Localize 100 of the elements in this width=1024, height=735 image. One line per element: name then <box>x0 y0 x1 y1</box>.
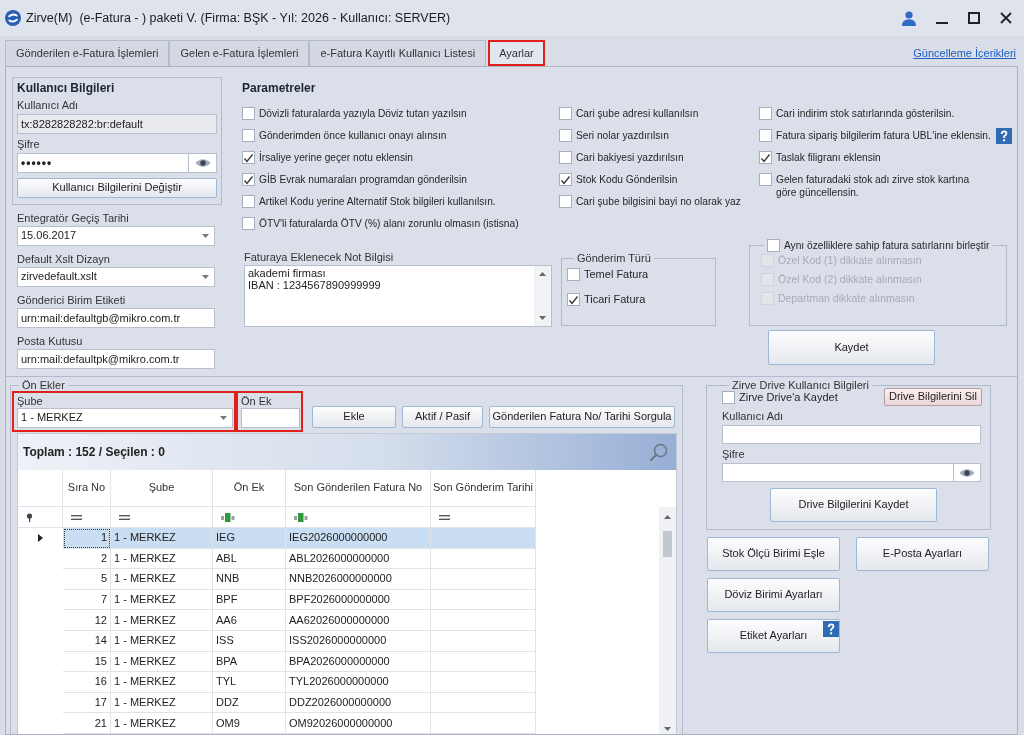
table-cell: 21 <box>63 713 111 734</box>
tab[interactable]: Ayarlar <box>488 40 545 66</box>
checkbox[interactable] <box>559 151 572 164</box>
save-button[interactable]: Kaydet <box>768 330 935 365</box>
table-cell: 17 <box>63 692 111 714</box>
search-icon[interactable] <box>650 443 668 461</box>
field-label: Şifre <box>17 137 41 151</box>
eye-icon <box>959 467 975 478</box>
checkbox[interactable] <box>559 173 572 186</box>
button[interactable]: Gönderilen Fatura No/ Tarihi Sorgula <box>489 406 675 428</box>
checkbox[interactable] <box>242 173 255 186</box>
help-icon[interactable] <box>823 621 839 637</box>
checkbox[interactable] <box>242 107 255 120</box>
checkbox[interactable] <box>559 129 572 142</box>
button[interactable]: E-Posta Ayarları <box>856 537 989 571</box>
checkbox[interactable] <box>759 173 772 186</box>
password-field[interactable]: •••••• <box>17 153 189 173</box>
table-row[interactable]: 16 1 - MERKEZ TYL TYL2026000000000 <box>63 672 536 693</box>
checkbox-label: Temel Fatura <box>584 268 649 281</box>
logo-icon <box>5 10 21 26</box>
input-field[interactable] <box>241 408 300 428</box>
table-row[interactable]: 17 1 - MERKEZ DDZ DDZ2026000000000 <box>63 692 536 714</box>
save-button[interactable]: Drive Bilgilerini Kaydet <box>770 488 937 522</box>
checkbox[interactable] <box>559 107 572 120</box>
table-cell: 1 - MERKEZ <box>111 630 213 652</box>
table-row[interactable]: 2 1 - MERKEZ ABL ABL2026000000000 <box>63 548 536 570</box>
checkbox-label: Seri nolar yazdırılsın <box>576 129 669 142</box>
checkbox-label: Ticari Fatura <box>584 293 646 306</box>
table-cell: 12 <box>63 610 111 631</box>
checkbox[interactable] <box>759 151 772 164</box>
button[interactable]: Ekle <box>312 406 396 428</box>
table-row[interactable]: 21 1 - MERKEZ OM9 OM92026000000000 <box>63 713 536 734</box>
checkbox[interactable] <box>242 129 255 142</box>
checkbox[interactable] <box>567 268 580 281</box>
table-cell: 1 - MERKEZ <box>111 528 213 549</box>
show-password-button[interactable] <box>189 153 217 173</box>
input-field[interactable]: tx:8282828282:br:default <box>17 114 217 134</box>
table-cell: ISS <box>213 630 286 652</box>
checkbox[interactable] <box>759 107 772 120</box>
table-cell: 1 - MERKEZ <box>111 610 213 631</box>
dropdown[interactable]: zirvedefault.xslt <box>17 267 215 287</box>
button[interactable]: Aktif / Pasif <box>402 406 483 428</box>
field-label: Şube <box>17 394 44 408</box>
input-field[interactable] <box>722 425 981 444</box>
input-field[interactable]: urn:mail:defaultgb@mikro.com.tr <box>17 308 215 328</box>
button[interactable]: Etiket Ayarları <box>707 619 840 653</box>
password-field[interactable] <box>722 463 954 482</box>
help-icon[interactable] <box>995 128 1012 144</box>
close-icon[interactable] <box>1000 12 1012 24</box>
tab[interactable]: Gelen e-Fatura İşlemleri <box>169 40 310 66</box>
user-icon[interactable] <box>902 10 916 26</box>
table-row[interactable]: 5 1 - MERKEZ NNB NNB2026000000000 <box>63 569 536 590</box>
checkbox[interactable] <box>242 151 255 164</box>
table-row[interactable]: 7 1 - MERKEZ BPF BPF2026000000000 <box>63 589 536 611</box>
checkbox[interactable] <box>759 129 772 142</box>
table-row[interactable]: 15 1 - MERKEZ BPA BPA2026000000000 <box>63 651 536 673</box>
table-cell: 16 <box>63 672 111 693</box>
field-label: Kullanıcı Adı <box>722 409 785 423</box>
button[interactable]: Döviz Birimi Ayarları <box>707 578 840 612</box>
input-field[interactable]: urn:mail:defaultpk@mikro.com.tr <box>17 349 215 369</box>
checkbox-label: Cari şube bilgisini bayi no olarak yaz <box>576 195 741 208</box>
change-credentials-button[interactable]: Kullanıcı Bilgilerini Değiştir <box>17 178 217 198</box>
table-row[interactable]: 12 1 - MERKEZ AA6 AA62026000000000 <box>63 610 536 631</box>
scrollbar[interactable] <box>534 266 551 326</box>
table-cell: ABL <box>213 548 286 570</box>
column-header[interactable]: Ön Ek <box>213 470 286 507</box>
table-cell: 7 <box>63 589 111 611</box>
note-textarea[interactable]: akademi firması IBAN : 1234567890999999 <box>244 265 552 327</box>
checkbox-label: Cari şube adresi kullanılsın <box>576 107 699 120</box>
table-row[interactable]: 1 1 - MERKEZ IEG IEG2026000000000 <box>63 528 536 549</box>
table-cell: 2 <box>63 548 111 570</box>
checkbox[interactable] <box>567 293 580 306</box>
checkbox[interactable] <box>767 239 780 252</box>
checkmark-icon <box>560 174 571 185</box>
checkbox-label: Dövizli faturalarda yazıyla Döviz tutarı yazılsın <box>259 107 467 120</box>
delete-button[interactable]: Drive Bilgilerini Sil <box>884 388 982 406</box>
tab[interactable]: e-Fatura Kayıtlı Kullanıcı Listesi <box>309 40 487 66</box>
table-cell: 1 - MERKEZ <box>111 692 213 714</box>
filter-cell[interactable] <box>18 507 63 528</box>
dropdown[interactable]: 15.06.2017 <box>17 226 215 246</box>
show-password-button[interactable] <box>954 463 981 482</box>
checkmark-icon <box>243 174 254 185</box>
column-header[interactable]: Sıra No <box>63 470 111 507</box>
column-header[interactable]: Son Gönderilen Fatura No <box>286 470 431 507</box>
tab[interactable]: Gönderilen e-Fatura İşlemleri <box>5 40 170 66</box>
dropdown[interactable]: 1 - MERKEZ <box>17 408 233 428</box>
table-cell: NNB <box>213 569 286 590</box>
table-row[interactable]: 14 1 - MERKEZ ISS ISS2026000000000 <box>63 630 536 652</box>
checkbox[interactable] <box>559 195 572 208</box>
column-header[interactable]: Şube <box>111 470 213 507</box>
button[interactable]: Stok Ölçü Birimi Eşle <box>707 537 840 571</box>
text-filter-icon <box>221 512 235 522</box>
update-notes-link[interactable]: Güncelleme İçerikleri <box>913 46 1016 60</box>
checkbox[interactable] <box>242 217 255 230</box>
scrollbar[interactable] <box>659 507 676 734</box>
checkbox[interactable] <box>242 195 255 208</box>
column-header[interactable]: Son Gönderim Tarihi <box>431 470 536 507</box>
maximize-icon[interactable] <box>968 12 980 24</box>
checkbox[interactable] <box>722 390 735 404</box>
group-title: Ön Ekler <box>21 379 66 391</box>
